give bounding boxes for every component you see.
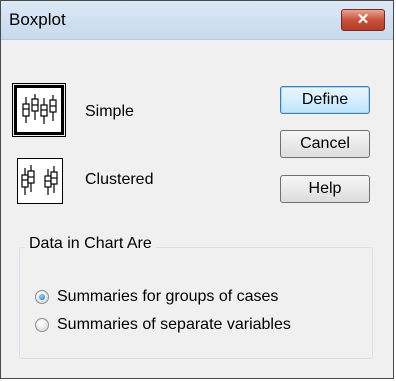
title-bar[interactable]: Boxplot ✕ <box>1 1 393 40</box>
simple-label: Simple <box>85 103 134 120</box>
summaries-groups-radio[interactable] <box>35 290 49 304</box>
cancel-button[interactable]: Cancel <box>280 130 370 158</box>
close-icon: ✕ <box>356 11 370 28</box>
clustered-boxplot-option[interactable] <box>17 158 63 204</box>
dialog-title: Boxplot <box>9 10 66 29</box>
boxplot-dialog: Boxplot ✕ Simple Clustered Define Cancel… <box>0 0 394 379</box>
data-in-chart-legend: Data in Chart Are <box>25 235 156 253</box>
summaries-variables-label: Summaries of separate variables <box>57 316 291 333</box>
clustered-boxplot-icon <box>21 165 58 195</box>
summaries-groups-label: Summaries for groups of cases <box>57 288 279 305</box>
summaries-variables-radio[interactable] <box>35 318 49 332</box>
simple-boxplot-option[interactable] <box>12 83 66 137</box>
close-button[interactable]: ✕ <box>341 9 385 31</box>
define-button[interactable]: Define <box>280 86 370 114</box>
help-button[interactable]: Help <box>280 175 370 203</box>
simple-boxplot-icon <box>22 94 57 124</box>
clustered-label: Clustered <box>85 171 154 188</box>
